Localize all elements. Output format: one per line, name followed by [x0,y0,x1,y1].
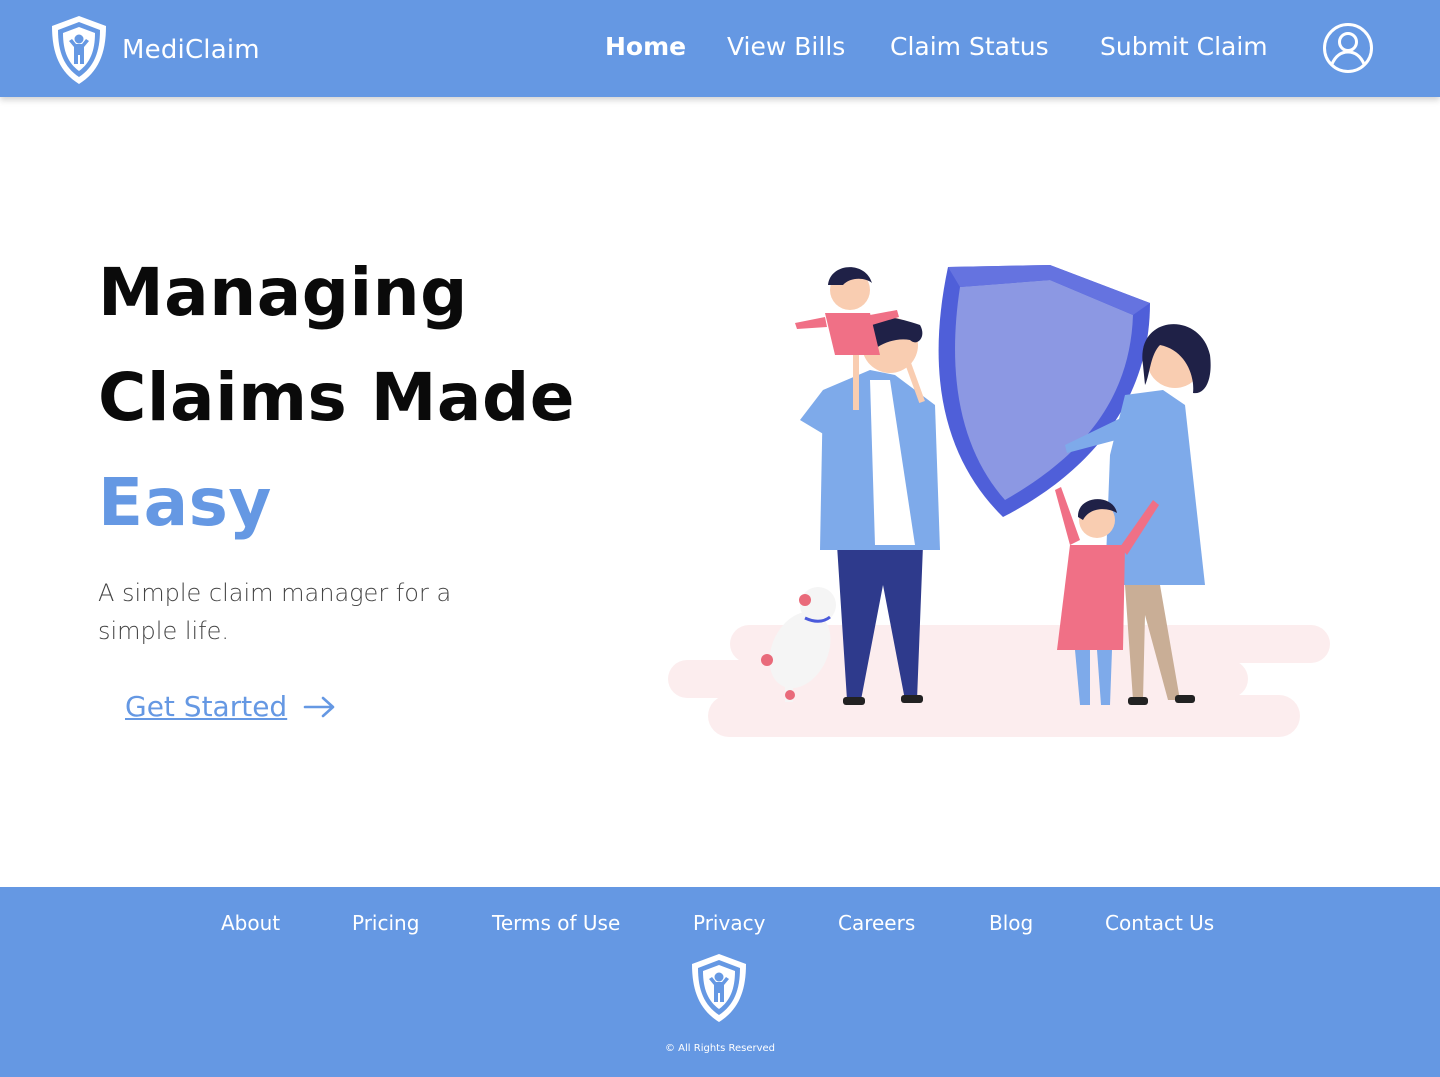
hero-subtitle: A simple claim manager for a simple life… [98,579,452,645]
nav-home[interactable]: Home [605,32,686,61]
footer-link-careers[interactable]: Careers [838,911,915,935]
copyright-text: © All Rights Reserved [664,1043,776,1054]
hero-title: Managing Claims Made Easy [98,240,575,555]
hero-title-line1: Managing [98,254,468,331]
footer-link-about[interactable]: About [221,911,280,935]
nav-view-bills[interactable]: View Bills [727,32,845,61]
get-started-link[interactable]: Get Started [125,690,337,723]
footer-link-pricing[interactable]: Pricing [352,911,419,935]
nav-claim-status[interactable]: Claim Status [890,32,1049,61]
shield-family-icon [692,954,746,1022]
hero-title-accent: Easy [98,464,272,541]
family-with-shield-illustration [668,265,1330,737]
footer-link-blog[interactable]: Blog [989,911,1033,935]
top-navbar: MediClaim Home View Bills Claim Status S… [0,0,1440,97]
nav-submit-claim[interactable]: Submit Claim [1100,32,1268,61]
hero-title-line2: Claims Made [98,359,575,436]
footer-link-privacy[interactable]: Privacy [693,911,765,935]
footer-link-contact[interactable]: Contact Us [1105,911,1214,935]
main-nav: Home View Bills Claim Status Submit Clai… [0,0,1440,97]
arrow-right-icon [303,696,335,717]
footer-link-terms[interactable]: Terms of Use [492,911,620,935]
footer: About Pricing Terms of Use Privacy Caree… [0,887,1440,1077]
user-circle-icon[interactable] [1322,22,1374,74]
get-started-label: Get Started [125,690,288,723]
